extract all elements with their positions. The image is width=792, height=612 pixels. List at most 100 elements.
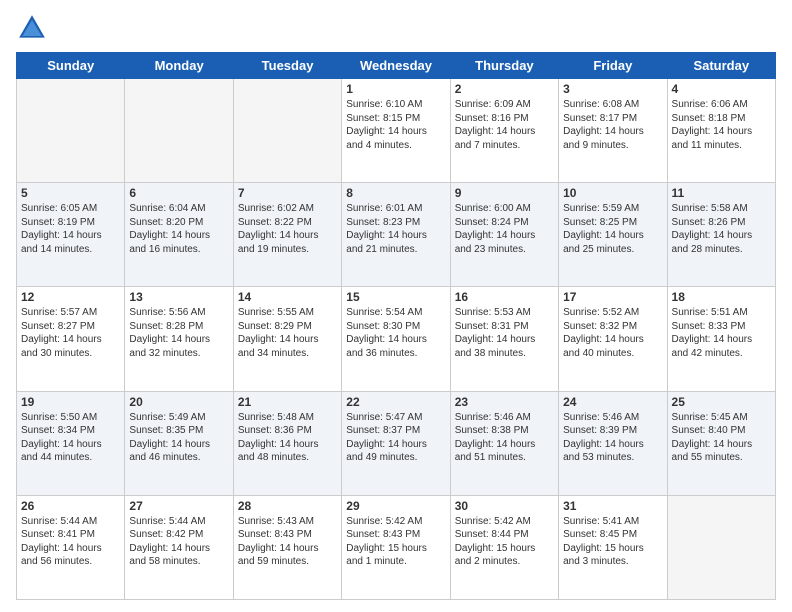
day-number: 31 [563,499,662,513]
calendar-cell: 4Sunrise: 6:06 AM Sunset: 8:18 PM Daylig… [667,79,775,183]
cell-content: Sunrise: 5:49 AM Sunset: 8:35 PM Dayligh… [129,411,228,465]
day-number: 4 [672,82,771,96]
calendar-cell: 17 Sunrise: 5:52 AM Sunset: 8:32 PM Dayli… [559,287,667,391]
cell-content: Sunrise: 5:46 AM Sunset: 8:39 PM Dayligh… [563,411,662,465]
day-number: 28 [238,499,337,513]
day-header-saturday: Saturday [667,53,775,79]
cell-content: Sunrise: 5:46 AM Sunset: 8:38 PM Dayligh… [455,411,554,465]
calendar-cell: 20 Sunrise: 5:49 AM Sunset: 8:35 PM Dayli… [125,391,233,495]
calendar-cell: 2 Sunrise: 6:09 AM Sunset: 8:16 PM Daylig… [450,79,558,183]
calendar-cell: 3 Sunrise: 6:08 AM Sunset: 8:17 PM Daylig… [559,79,667,183]
cell-content: Sunrise: 5:41 AM Sunset: 8:45 PM Dayligh… [563,515,662,569]
cell-content: Sunrise: 6:10 AM Sunset: 8:15 PM Dayligh… [346,98,445,152]
calendar-cell: 19 Sunrise: 5:50 AM Sunset: 8:34 PM Dayli… [17,391,125,495]
day-number: 11 [672,186,771,200]
cell-content: Sunrise: 5:43 AM Sunset: 8:43 PM Dayligh… [238,515,337,569]
day-number: 6 [129,186,228,200]
calendar-cell: 13Sunrise: 5:56 AM Sunset: 8:28 PM Dayli… [125,287,233,391]
calendar-week-0: 1 Sunrise: 6:10 AM Sunset: 8:15 PM Daylig… [17,79,776,183]
calendar-cell: 15 Sunrise: 5:54 AM Sunset: 8:30 PM Dayli… [342,287,450,391]
cell-content: Sunrise: 6:09 AM Sunset: 8:16 PM Dayligh… [455,98,554,152]
day-number: 18 [672,290,771,304]
cell-content: Sunrise: 6:00 AM Sunset: 8:24 PM Dayligh… [455,202,554,256]
day-number: 7 [238,186,337,200]
calendar-cell: 1 Sunrise: 6:10 AM Sunset: 8:15 PM Daylig… [342,79,450,183]
cell-content: Sunrise: 5:55 AM Sunset: 8:29 PM Dayligh… [238,306,337,360]
cell-content: Sunrise: 5:45 AM Sunset: 8:40 PM Dayligh… [672,411,771,465]
cell-content: Sunrise: 5:48 AM Sunset: 8:36 PM Dayligh… [238,411,337,465]
day-header-thursday: Thursday [450,53,558,79]
cell-content: Sunrise: 5:51 AM Sunset: 8:33 PM Dayligh… [672,306,771,360]
cell-content: Sunrise: 5:52 AM Sunset: 8:32 PM Dayligh… [563,306,662,360]
calendar-cell: 27 Sunrise: 5:44 AM Sunset: 8:42 PM Dayli… [125,495,233,599]
day-header-tuesday: Tuesday [233,53,341,79]
day-number: 26 [21,499,120,513]
calendar-cell: 31 Sunrise: 5:41 AM Sunset: 8:45 PM Dayli… [559,495,667,599]
calendar-cell: 14 Sunrise: 5:55 AM Sunset: 8:29 PM Dayli… [233,287,341,391]
calendar-cell: 7Sunrise: 6:02 AM Sunset: 8:22 PM Daylig… [233,183,341,287]
day-header-sunday: Sunday [17,53,125,79]
cell-content: Sunrise: 5:42 AM Sunset: 8:44 PM Dayligh… [455,515,554,569]
calendar-cell: 21Sunrise: 5:48 AM Sunset: 8:36 PM Dayli… [233,391,341,495]
day-number: 30 [455,499,554,513]
calendar-cell: 11 Sunrise: 5:58 AM Sunset: 8:26 PM Dayli… [667,183,775,287]
calendar-cell: 26Sunrise: 5:44 AM Sunset: 8:41 PM Dayli… [17,495,125,599]
calendar-cell: 18 Sunrise: 5:51 AM Sunset: 8:33 PM Dayli… [667,287,775,391]
logo-icon [16,12,48,44]
cell-content: Sunrise: 5:44 AM Sunset: 8:42 PM Dayligh… [129,515,228,569]
cell-content: Sunrise: 5:47 AM Sunset: 8:37 PM Dayligh… [346,411,445,465]
day-number: 14 [238,290,337,304]
day-number: 20 [129,395,228,409]
calendar-cell: 28 Sunrise: 5:43 AM Sunset: 8:43 PM Dayli… [233,495,341,599]
calendar-cell: 29 Sunrise: 5:42 AM Sunset: 8:43 PM Dayli… [342,495,450,599]
calendar-cell: 16 Sunrise: 5:53 AM Sunset: 8:31 PM Dayli… [450,287,558,391]
page: SundayMondayTuesdayWednesdayThursdayFrid… [0,0,792,612]
calendar-cell: 8 Sunrise: 6:01 AM Sunset: 8:23 PM Daylig… [342,183,450,287]
day-number: 25 [672,395,771,409]
day-header-wednesday: Wednesday [342,53,450,79]
cell-content: Sunrise: 5:54 AM Sunset: 8:30 PM Dayligh… [346,306,445,360]
calendar-cell: 5Sunrise: 6:05 AM Sunset: 8:19 PM Daylig… [17,183,125,287]
day-number: 10 [563,186,662,200]
calendar-cell: 9 Sunrise: 6:00 AM Sunset: 8:24 PM Daylig… [450,183,558,287]
day-number: 17 [563,290,662,304]
header [16,12,776,44]
days-header-row: SundayMondayTuesdayWednesdayThursdayFrid… [17,53,776,79]
cell-content: Sunrise: 6:01 AM Sunset: 8:23 PM Dayligh… [346,202,445,256]
calendar-cell: 6 Sunrise: 6:04 AM Sunset: 8:20 PM Daylig… [125,183,233,287]
day-number: 8 [346,186,445,200]
cell-content: Sunrise: 6:08 AM Sunset: 8:17 PM Dayligh… [563,98,662,152]
calendar-table: SundayMondayTuesdayWednesdayThursdayFrid… [16,52,776,600]
day-number: 27 [129,499,228,513]
cell-content: Sunrise: 6:04 AM Sunset: 8:20 PM Dayligh… [129,202,228,256]
day-number: 9 [455,186,554,200]
cell-content: Sunrise: 5:57 AM Sunset: 8:27 PM Dayligh… [21,306,120,360]
calendar-cell [233,79,341,183]
day-number: 13 [129,290,228,304]
cell-content: Sunrise: 5:59 AM Sunset: 8:25 PM Dayligh… [563,202,662,256]
cell-content: Sunrise: 5:42 AM Sunset: 8:43 PM Dayligh… [346,515,445,569]
day-number: 5 [21,186,120,200]
calendar-cell [17,79,125,183]
day-number: 1 [346,82,445,96]
day-number: 15 [346,290,445,304]
calendar-cell [667,495,775,599]
day-number: 29 [346,499,445,513]
cell-content: Sunrise: 5:58 AM Sunset: 8:26 PM Dayligh… [672,202,771,256]
calendar-week-2: 12Sunrise: 5:57 AM Sunset: 8:27 PM Dayli… [17,287,776,391]
calendar-cell [125,79,233,183]
day-number: 2 [455,82,554,96]
calendar-cell: 24Sunrise: 5:46 AM Sunset: 8:39 PM Dayli… [559,391,667,495]
day-number: 3 [563,82,662,96]
calendar-cell: 25 Sunrise: 5:45 AM Sunset: 8:40 PM Dayli… [667,391,775,495]
day-number: 19 [21,395,120,409]
day-number: 23 [455,395,554,409]
calendar-week-3: 19 Sunrise: 5:50 AM Sunset: 8:34 PM Dayli… [17,391,776,495]
calendar-cell: 23 Sunrise: 5:46 AM Sunset: 8:38 PM Dayli… [450,391,558,495]
cell-content: Sunrise: 5:50 AM Sunset: 8:34 PM Dayligh… [21,411,120,465]
day-number: 16 [455,290,554,304]
calendar-cell: 12Sunrise: 5:57 AM Sunset: 8:27 PM Dayli… [17,287,125,391]
cell-content: Sunrise: 5:53 AM Sunset: 8:31 PM Dayligh… [455,306,554,360]
logo [16,12,52,44]
calendar-week-4: 26Sunrise: 5:44 AM Sunset: 8:41 PM Dayli… [17,495,776,599]
